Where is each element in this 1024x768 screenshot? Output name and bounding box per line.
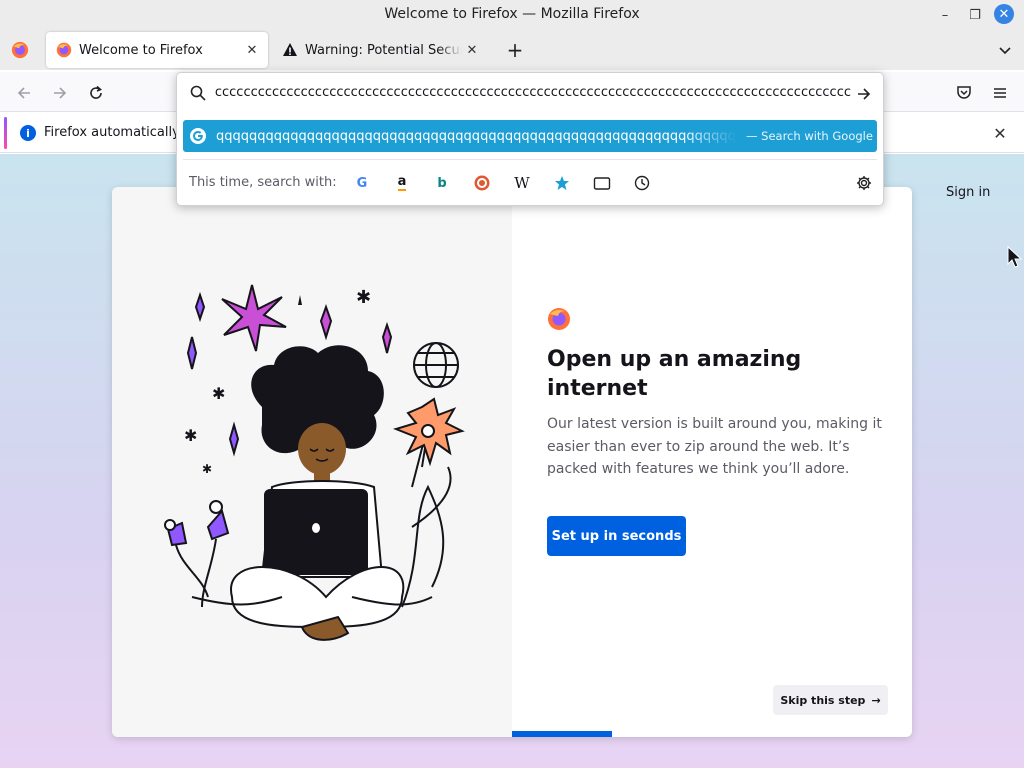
page-description: Our latest version is built around you, … xyxy=(547,416,882,477)
firefox-icon xyxy=(11,41,29,59)
firefox-icon xyxy=(56,42,72,58)
one-off-search-label: This time, search with: xyxy=(189,175,337,190)
svg-text:✱: ✱ xyxy=(202,462,212,476)
skip-step-label: Skip this step xyxy=(780,693,866,707)
notification-accent xyxy=(4,117,7,149)
svg-text:✱: ✱ xyxy=(356,287,371,308)
search-with-google-hint: — Search with Google xyxy=(746,129,873,143)
info-icon: i xyxy=(20,125,36,141)
google-icon: G xyxy=(356,175,368,191)
wikipedia-icon: W xyxy=(514,174,530,192)
close-tab-button[interactable]: ✕ xyxy=(242,40,262,60)
svg-text:✱: ✱ xyxy=(212,384,225,403)
search-suggestion-row[interactable]: qqqqqqqqqqqqqqqqqqqqqqqqqqqqqqqqqqqqqqqq… xyxy=(183,120,877,152)
arrow-left-icon xyxy=(17,87,30,99)
back-button[interactable] xyxy=(12,81,36,105)
arrow-right-icon xyxy=(858,88,871,100)
svg-text:✱: ✱ xyxy=(184,426,197,445)
new-tab-button[interactable]: + xyxy=(504,38,526,62)
list-all-tabs-button[interactable] xyxy=(994,39,1016,61)
close-window-button[interactable]: ✕ xyxy=(994,4,1014,24)
tab-label: Welcome to Firefox xyxy=(79,42,203,58)
maximize-button[interactable]: ❐ xyxy=(964,4,986,26)
tabs-search-button[interactable] xyxy=(591,172,613,194)
amazon-icon: a xyxy=(397,174,407,191)
notification-text: Firefox automatically s xyxy=(44,125,191,140)
skip-step-button[interactable]: Skip this step → xyxy=(773,685,888,715)
warning-icon xyxy=(282,42,298,58)
tab-welcome[interactable]: Welcome to Firefox ✕ xyxy=(46,32,268,68)
tab-icon xyxy=(593,177,611,190)
mouse-cursor-icon xyxy=(1007,246,1023,268)
window-titlebar: Welcome to Firefox — Mozilla Firefox – ❐… xyxy=(0,0,1024,30)
history-search-button[interactable] xyxy=(631,172,653,194)
arrow-right-icon xyxy=(54,87,67,99)
window-title: Welcome to Firefox — Mozilla Firefox xyxy=(384,6,640,22)
engine-amazon-button[interactable]: a xyxy=(391,172,413,194)
divider xyxy=(183,159,877,160)
tab-strip: Welcome to Firefox ✕ Warning: Potential … xyxy=(0,30,1024,70)
close-notification-button[interactable]: ✕ xyxy=(990,123,1010,143)
chevron-down-icon xyxy=(999,47,1011,55)
onboarding-progress-indicator xyxy=(512,731,612,737)
gear-icon xyxy=(857,176,871,190)
engine-wikipedia-button[interactable]: W xyxy=(511,172,533,194)
bing-icon: b xyxy=(437,175,447,191)
person-with-laptop-illustration: ✱ ✱ ✱ ✱ xyxy=(164,284,465,641)
go-button[interactable] xyxy=(853,83,875,105)
tab-label: Warning: Potential Security Risk Ahead xyxy=(305,42,462,58)
pinned-tab-firefox[interactable] xyxy=(8,39,32,61)
firefox-logo xyxy=(548,308,570,330)
app-menu-button[interactable] xyxy=(988,81,1012,105)
duckduckgo-icon xyxy=(474,175,490,191)
reload-icon xyxy=(90,85,102,99)
hamburger-menu-icon xyxy=(994,88,1006,98)
search-suggestion-text: qqqqqqqqqqqqqqqqqqqqqqqqqqqqqqqqqqqqqqqq… xyxy=(216,128,736,144)
urlbar-input[interactable]: cccccccccccccccccccccccccccccccccccccccc… xyxy=(215,85,851,100)
onboarding-card: ✱ ✱ ✱ ✱ Open up an amazing internet Our … xyxy=(112,187,912,737)
close-tab-button[interactable]: ✕ xyxy=(462,40,482,60)
setup-button[interactable]: Set up in seconds xyxy=(547,516,686,556)
illustration-panel: ✱ ✱ ✱ ✱ xyxy=(112,187,512,737)
arrow-right-icon: → xyxy=(871,693,881,707)
google-icon xyxy=(190,128,206,144)
tab-security-warning[interactable]: Warning: Potential Security Risk Ahead ✕ xyxy=(272,32,488,68)
minimize-button[interactable]: – xyxy=(934,4,956,26)
pocket-button[interactable] xyxy=(952,81,976,105)
bookmarks-search-button[interactable] xyxy=(551,172,573,194)
engine-bing-button[interactable]: b xyxy=(431,172,453,194)
sign-in-link[interactable]: Sign in xyxy=(946,185,990,200)
clock-icon xyxy=(634,175,650,191)
pocket-icon xyxy=(957,86,971,99)
search-settings-button[interactable] xyxy=(853,172,875,194)
page-content: Sign in ✱ ✱ ✱ ✱ Open up an amazing inter… xyxy=(0,154,1024,768)
reload-button[interactable] xyxy=(84,81,108,105)
engine-google-button[interactable]: G xyxy=(351,172,373,194)
urlbar-panel: cccccccccccccccccccccccccccccccccccccccc… xyxy=(176,72,884,206)
page-title: Open up an amazing internet xyxy=(547,347,802,401)
search-icon xyxy=(190,85,206,101)
engine-duckduckgo-button[interactable] xyxy=(471,172,493,194)
star-icon xyxy=(555,176,569,190)
forward-button[interactable] xyxy=(48,81,72,105)
